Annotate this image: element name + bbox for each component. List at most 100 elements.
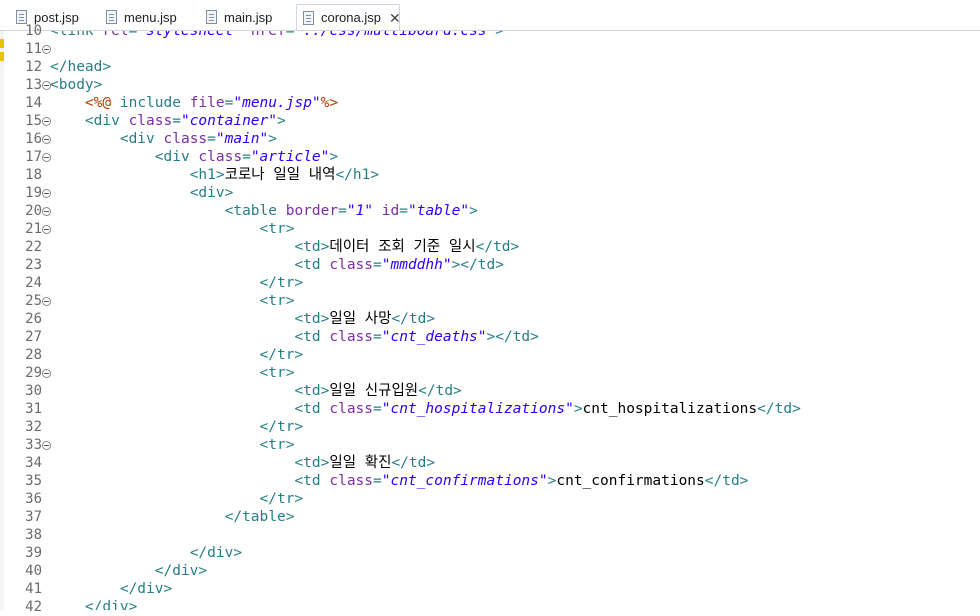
line-number: 24 xyxy=(25,275,42,291)
code-token: </h1> xyxy=(335,167,380,183)
code-token: > xyxy=(277,113,286,129)
code-line[interactable]: </tr> xyxy=(50,418,304,436)
code-line[interactable]: <td>일일 사망</td> xyxy=(50,310,435,328)
code-token: </table> xyxy=(224,509,295,525)
code-token: <td> xyxy=(294,383,330,399)
code-line[interactable]: <div class="container"> xyxy=(50,112,286,130)
code-line[interactable]: <td class="cnt_confirmations">cnt_confir… xyxy=(50,472,748,490)
code-token: </td> xyxy=(391,455,436,471)
code-line[interactable]: <link rel="stylesheet" href="../css/mult… xyxy=(50,31,504,40)
code-token: "cnt_deaths" xyxy=(381,329,487,345)
code-token: include xyxy=(111,95,190,111)
code-editor[interactable]: <link rel = "stylesheet" href = "../css/mult… xyxy=(50,31,980,610)
code-line[interactable]: </table> xyxy=(50,508,295,526)
code-line[interactable]: <h1>코로나 일일 내역</h1> xyxy=(50,166,379,184)
code-token: "container" xyxy=(180,113,277,129)
jsp-file-icon xyxy=(106,10,117,24)
code-token: <div xyxy=(119,131,164,147)
code-token: > xyxy=(329,149,339,165)
line-number: 10 xyxy=(25,23,42,39)
code-token: > xyxy=(495,31,505,39)
code-line[interactable]: <td class="mmddhh"></td> xyxy=(50,256,504,274)
line-number: 21 xyxy=(25,221,42,237)
code-token: 일일 신규입원 xyxy=(329,383,419,399)
line-number: 22 xyxy=(25,239,42,255)
code-line[interactable]: <tr> xyxy=(50,436,295,454)
code-token: class xyxy=(329,401,374,417)
line-number: 37 xyxy=(25,509,42,525)
tab-label: corona.jsp xyxy=(321,10,381,25)
code-line[interactable]: </tr> xyxy=(50,346,304,364)
line-number: 19 xyxy=(25,185,42,201)
code-line[interactable]: </div> xyxy=(50,544,242,562)
code-line[interactable]: </tr> xyxy=(50,490,304,508)
code-token: "1" xyxy=(346,203,374,219)
code-line[interactable]: <tr> xyxy=(50,292,295,310)
code-token: <tr> xyxy=(259,293,295,309)
tab-corona-jsp[interactable]: corona.jsp ✕ xyxy=(296,4,401,30)
code-line[interactable]: </tr> xyxy=(50,274,304,292)
code-token: = xyxy=(373,257,382,273)
code-line[interactable]: <td class="cnt_hospitalizations">cnt_hos… xyxy=(50,400,800,418)
code-token: "menu.jsp" xyxy=(233,95,321,111)
line-number: 30 xyxy=(25,383,42,399)
code-token: 코로나 일일 내역 xyxy=(224,167,336,183)
tab-main-jsp[interactable]: main.jsp xyxy=(200,4,294,30)
line-number: 11 xyxy=(25,41,42,57)
code-token: > xyxy=(573,401,583,417)
code-line[interactable]: </div> xyxy=(50,580,172,598)
tab-label: menu.jsp xyxy=(124,9,177,25)
tab-label: main.jsp xyxy=(224,9,273,25)
code-token: <tr> xyxy=(259,365,295,381)
code-line[interactable]: <div class="main"> xyxy=(50,130,277,148)
jsp-file-icon xyxy=(303,10,314,25)
code-token: <tr> xyxy=(259,437,295,453)
code-token: border xyxy=(285,203,339,219)
code-line[interactable]: <tr> xyxy=(50,220,295,238)
code-token: </div> xyxy=(189,545,243,561)
close-icon[interactable]: ✕ xyxy=(389,11,401,25)
code-token: 일일 확진 xyxy=(329,455,392,471)
code-token: <body> xyxy=(50,77,103,93)
code-line[interactable]: <div> xyxy=(50,184,234,202)
code-token: <div xyxy=(84,113,129,129)
code-line[interactable]: </head> xyxy=(50,58,111,76)
code-line[interactable]: <td>일일 신규입원</td> xyxy=(50,382,461,400)
code-token: = xyxy=(399,203,408,219)
code-line[interactable]: <td>데이터 조회 기준 일시</td> xyxy=(50,238,519,256)
code-token: 데이터 조회 기준 일시 xyxy=(329,239,476,255)
code-token: class xyxy=(329,473,374,489)
code-token: <%@ xyxy=(84,95,112,111)
code-token: <td xyxy=(294,473,330,489)
code-token: </div> xyxy=(154,563,208,579)
editor-tab-bar: post.jsp menu.jsp main.jsp corona.jsp ✕ xyxy=(0,0,980,31)
line-number: 23 xyxy=(25,257,42,273)
code-token: "cnt_hospitalizations" xyxy=(381,401,574,417)
line-number: 17 xyxy=(25,149,42,165)
code-line[interactable]: <table border="1" id="table"> xyxy=(50,202,478,220)
line-number: 13 xyxy=(25,77,42,93)
code-token: <td xyxy=(294,257,330,273)
code-line[interactable]: <div class="article"> xyxy=(50,148,338,166)
code-line[interactable]: <td>일일 확진</td> xyxy=(50,454,435,472)
code-token: "article" xyxy=(250,149,330,165)
code-line[interactable]: </div> xyxy=(50,598,137,610)
code-line[interactable]: <body> xyxy=(50,76,102,94)
code-line[interactable]: <tr> xyxy=(50,364,295,382)
line-number: 15 xyxy=(25,113,42,129)
code-line[interactable]: </div> xyxy=(50,562,207,580)
code-line[interactable]: <td class="cnt_deaths"></td> xyxy=(50,328,538,346)
code-token: <td xyxy=(294,329,330,345)
code-token: = xyxy=(373,329,382,345)
code-line[interactable]: <%@ include file="menu.jsp"%> xyxy=(50,94,338,112)
tab-menu-jsp[interactable]: menu.jsp xyxy=(100,4,198,30)
code-token: class xyxy=(163,131,208,147)
